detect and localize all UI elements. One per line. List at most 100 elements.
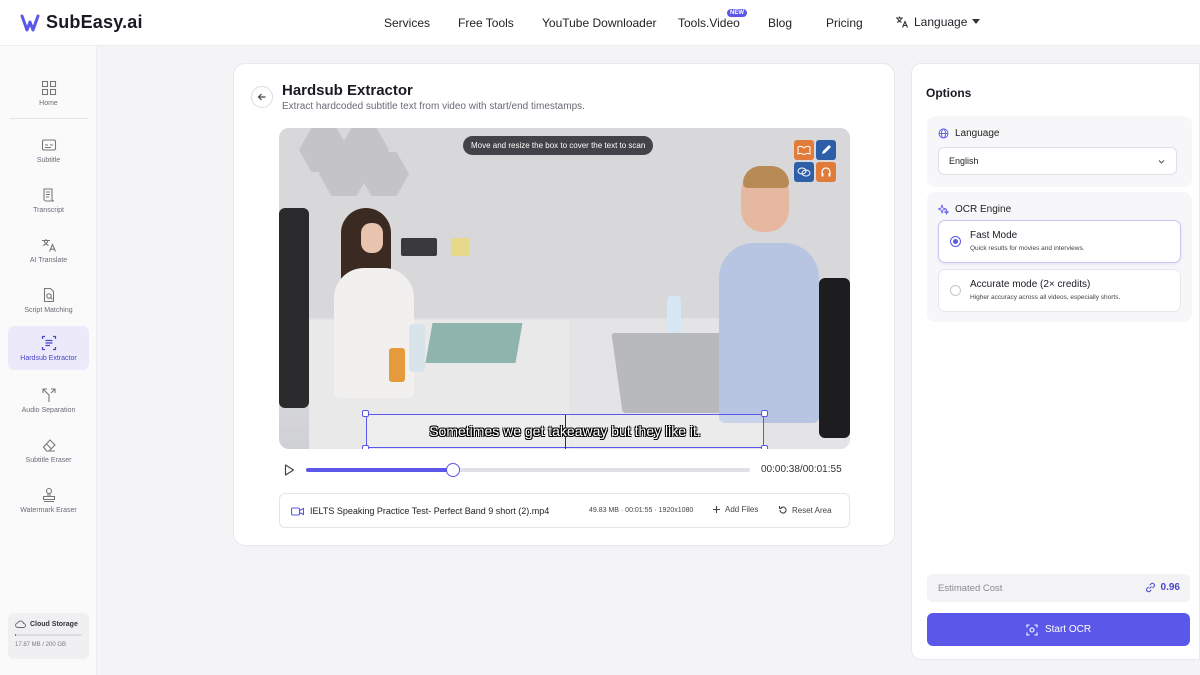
estimated-cost-label: Estimated Cost (938, 583, 1003, 594)
language-menu[interactable]: Language (895, 15, 981, 29)
cloud-storage-card[interactable]: Cloud Storage 17.87 MB / 200 GB (8, 613, 89, 659)
sidebar-item-script-matching[interactable]: Script Matching (8, 278, 89, 322)
language-section-label: Language (955, 128, 1000, 139)
file-name: IELTS Speaking Practice Test- Perfect Ba… (310, 506, 550, 516)
sidebar-item-watermark-eraser[interactable]: Watermark Eraser (8, 478, 89, 522)
language-select-value: English (949, 156, 979, 166)
storage-title: Cloud Storage (30, 620, 78, 628)
page-subtitle: Extract hardcoded subtitle text from vid… (282, 101, 585, 112)
cloud-icon (15, 620, 26, 628)
language-section: Language English (927, 116, 1192, 187)
scan-box-tooltip: Move and resize the box to cover the tex… (463, 136, 654, 155)
video-scene (451, 238, 469, 256)
play-icon[interactable] (282, 463, 296, 477)
nav-free-tools[interactable]: Free Tools (458, 16, 514, 30)
file-meta: 49.83 MB · 00:01:55 · 1920x1080 (589, 507, 694, 514)
video-scene (389, 348, 405, 382)
ocr-engine-label: OCR Engine (955, 204, 1012, 215)
seek-thumb[interactable] (445, 463, 460, 477)
eraser-icon (42, 438, 56, 452)
reset-area-button[interactable]: Reset Area (778, 505, 832, 515)
sidebar-label: Watermark Eraser (20, 506, 77, 514)
video-file-icon (291, 507, 304, 516)
sidebar-label: Subtitle (36, 156, 61, 164)
options-title: Options (926, 86, 972, 100)
burned-subtitle-text: Sometimes we get takeaway but they like … (429, 423, 701, 439)
resize-handle-bottom-right[interactable] (761, 445, 768, 449)
video-scene (719, 243, 819, 423)
back-button[interactable] (251, 86, 273, 108)
scan-area-box[interactable]: Sometimes we get takeaway but they like … (362, 410, 768, 449)
nav-blog[interactable]: Blog (768, 16, 792, 30)
file-info-row: IELTS Speaking Practice Test- Perfect Ba… (279, 493, 850, 528)
video-scene (409, 324, 425, 372)
start-ocr-button[interactable]: Start OCR (927, 613, 1190, 646)
resize-handle-top-right[interactable] (761, 410, 768, 417)
sidebar-divider (10, 118, 88, 119)
grid-icon (41, 80, 56, 95)
transcript-icon (42, 187, 54, 202)
top-navigation: SubEasy.ai Services Free Tools YouTube D… (0, 0, 1200, 46)
add-files-button[interactable]: Add Files (712, 505, 758, 514)
resize-handle-bottom-left[interactable] (362, 445, 369, 449)
nav-pricing[interactable]: Pricing (826, 16, 863, 30)
fast-mode-option[interactable]: Fast Mode Quick results for movies and i… (938, 220, 1181, 263)
credit-link-icon (1145, 582, 1155, 593)
video-scene (743, 166, 789, 188)
sidebar-label: Audio Separation (21, 406, 76, 414)
reset-icon (778, 506, 787, 514)
language-select[interactable]: English (938, 147, 1177, 175)
accurate-mode-option[interactable]: Accurate mode (2× credits) Higher accura… (938, 269, 1181, 312)
fast-mode-radio[interactable] (950, 236, 961, 247)
video-scene (361, 223, 383, 253)
sidebar-item-ai-translate[interactable]: AI Translate (8, 228, 89, 272)
nav-services[interactable]: Services (384, 16, 430, 30)
ocr-engine-section: OCR Engine Fast Mode Quick results for m… (927, 192, 1192, 322)
translate-icon (41, 238, 56, 252)
sidebar-item-subtitle-eraser[interactable]: Subtitle Eraser (8, 428, 89, 472)
sidebar-item-subtitle[interactable]: Subtitle (8, 128, 89, 172)
sidebar-item-audio-separation[interactable]: Audio Separation (8, 378, 89, 422)
estimated-cost-value: 0.96 (1160, 582, 1180, 593)
scan-icon (1026, 623, 1038, 636)
video-scene (611, 333, 733, 413)
resize-handle-top-left[interactable] (362, 410, 369, 417)
estimated-cost: Estimated Cost 0.96 (927, 574, 1190, 602)
estimated-cost-value-wrap: 0.96 (1145, 582, 1180, 593)
chevron-down-icon (1158, 160, 1165, 164)
translate-icon (896, 16, 909, 28)
seek-progress (306, 468, 453, 472)
book-icon (794, 140, 814, 160)
new-badge: NEW (727, 9, 747, 17)
sidebar-item-hardsub-extractor[interactable]: Hardsub Extractor (8, 326, 89, 370)
plus-icon (713, 506, 720, 513)
video-scene (401, 238, 437, 256)
nav-tools-video[interactable]: Tools.Video (678, 16, 740, 30)
sidebar-item-home[interactable]: Home (8, 71, 89, 115)
sparkle-icon (938, 204, 949, 215)
ocr-engine-header: OCR Engine (938, 204, 1011, 215)
video-preview[interactable]: Move and resize the box to cover the tex… (279, 128, 850, 449)
script-match-icon (43, 287, 54, 302)
hardsub-extractor-card: Hardsub Extractor Extract hardcoded subt… (233, 63, 895, 546)
storage-usage: 17.87 MB / 200 GB (15, 642, 67, 648)
fast-mode-description: Quick results for movies and interviews. (970, 245, 1085, 252)
sidebar-item-transcript[interactable]: Transcript (8, 178, 89, 222)
seek-bar[interactable] (306, 463, 750, 477)
options-panel: Options Language English OCR Engine Fast… (911, 63, 1200, 660)
video-scene (819, 278, 850, 438)
split-icon (41, 387, 56, 402)
sidebar: Home Subtitle Transcript AI Translate Sc… (0, 46, 97, 675)
hardsub-icon (41, 335, 56, 350)
language-section-header: Language (938, 128, 1000, 139)
nav-youtube-downloader[interactable]: YouTube Downloader (542, 16, 657, 30)
pen-icon (816, 140, 836, 160)
language-label: Language (914, 15, 968, 29)
accurate-mode-description: Higher accuracy across all videos, espec… (970, 294, 1121, 301)
video-scene (279, 208, 309, 408)
accurate-mode-radio[interactable] (950, 285, 961, 296)
video-scene (667, 296, 681, 338)
video-scene (425, 323, 523, 363)
sidebar-label: Subtitle Eraser (25, 456, 72, 464)
globe-icon (938, 128, 949, 139)
